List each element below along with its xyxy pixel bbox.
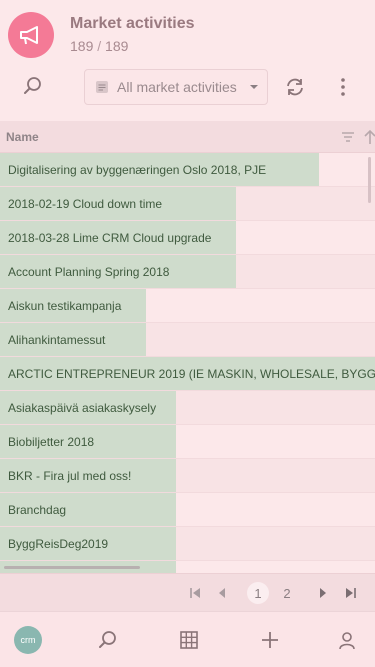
- chevron-left-icon: [219, 588, 225, 598]
- row-label: Aiskun testikampanja: [8, 299, 122, 313]
- table-row[interactable]: Branchdag: [0, 493, 375, 527]
- bottom-navigation: crm: [0, 611, 375, 667]
- page-title: Market activities: [70, 15, 195, 32]
- table-row[interactable]: Asiakaspäivä asiakaskysely: [0, 391, 375, 425]
- nav-home[interactable]: crm: [10, 622, 46, 658]
- prev-page-button[interactable]: [211, 582, 233, 604]
- next-page-button[interactable]: [312, 582, 334, 604]
- table-row[interactable]: Alihankintamessut: [0, 323, 375, 357]
- nav-grid[interactable]: [171, 622, 207, 658]
- row-label: Digitalisering av byggenæringen Oslo 201…: [8, 163, 267, 177]
- horizontal-scrollbar[interactable]: [4, 566, 140, 569]
- plus-icon: [262, 632, 278, 648]
- count-total: 189: [105, 38, 129, 54]
- table-row[interactable]: Digitalisering av byggenæringen Oslo 201…: [0, 153, 375, 187]
- row-label: Biobiljetter 2018: [8, 435, 95, 449]
- first-page-icon: [190, 588, 200, 598]
- row-label: 2018-03-28 Lime CRM Cloud upgrade: [8, 231, 212, 245]
- crm-logo-icon: crm: [14, 626, 42, 654]
- refresh-icon: [287, 78, 303, 96]
- row-label: ARCTIC ENTREPRENEUR 2019 (IE MASKIN, WHO…: [8, 367, 375, 381]
- last-page-icon: [346, 588, 356, 598]
- megaphone-icon: [8, 12, 54, 58]
- app-header: Market activities 189 / 189 All market a…: [0, 0, 375, 120]
- search-button[interactable]: [13, 66, 53, 106]
- table-row[interactable]: ByggReisDeg2019: [0, 527, 375, 561]
- column-filter-icon[interactable]: [341, 131, 355, 143]
- first-page-button[interactable]: [184, 582, 206, 604]
- record-count: 189 / 189: [70, 38, 128, 54]
- search-icon: [24, 77, 41, 94]
- refresh-button[interactable]: [275, 67, 315, 107]
- grid-icon: [180, 631, 198, 649]
- count-separator: /: [97, 38, 102, 54]
- grid-body: Digitalisering av byggenæringen Oslo 201…: [0, 153, 375, 573]
- table-row[interactable]: BKR - Fira jul med oss!: [0, 459, 375, 493]
- table-row[interactable]: 2018-03-28 Lime CRM Cloud upgrade: [0, 221, 375, 255]
- row-label: Account Planning Spring 2018: [8, 265, 170, 279]
- nav-add[interactable]: [252, 622, 288, 658]
- filter-select-label: All market activities: [117, 79, 237, 95]
- grid-header: Name: [0, 121, 375, 153]
- caret-down-icon: [250, 85, 258, 89]
- table-row[interactable]: 2018-02-19 Cloud down time: [0, 187, 375, 221]
- table-row[interactable]: Aiskun testikampanja: [0, 289, 375, 323]
- row-label: Branchdag: [8, 503, 67, 517]
- chevron-right-icon: [320, 588, 326, 598]
- page-1-button[interactable]: 1: [247, 582, 269, 604]
- count-shown: 189: [70, 38, 94, 54]
- table-row[interactable]: Account Planning Spring 2018: [0, 255, 375, 289]
- last-page-button[interactable]: [340, 582, 362, 604]
- column-header-name[interactable]: Name: [6, 130, 39, 144]
- row-label: ByggReisDeg2019: [8, 537, 109, 551]
- pagination: 1 2: [0, 573, 375, 611]
- row-label: BKR - Fira jul med oss!: [8, 469, 132, 483]
- nav-search[interactable]: [90, 622, 126, 658]
- more-options-button[interactable]: [323, 67, 363, 107]
- nav-profile[interactable]: [329, 622, 365, 658]
- page-2-button[interactable]: 2: [276, 582, 298, 604]
- filter-select[interactable]: All market activities: [84, 69, 268, 105]
- user-icon: [339, 632, 355, 650]
- list-icon: [96, 81, 108, 93]
- table-row[interactable]: ARCTIC ENTREPRENEUR 2019 (IE MASKIN, WHO…: [0, 357, 375, 391]
- row-label: Alihankintamessut: [8, 333, 106, 347]
- table-row[interactable]: Biobiljetter 2018: [0, 425, 375, 459]
- sort-arrow-icon[interactable]: [364, 129, 375, 145]
- row-label: Asiakaspäivä asiakaskysely: [8, 401, 157, 415]
- search-icon: [99, 631, 116, 648]
- more-vertical-icon: [341, 78, 345, 96]
- vertical-scrollbar[interactable]: [368, 157, 371, 203]
- row-label: 2018-02-19 Cloud down time: [8, 197, 163, 211]
